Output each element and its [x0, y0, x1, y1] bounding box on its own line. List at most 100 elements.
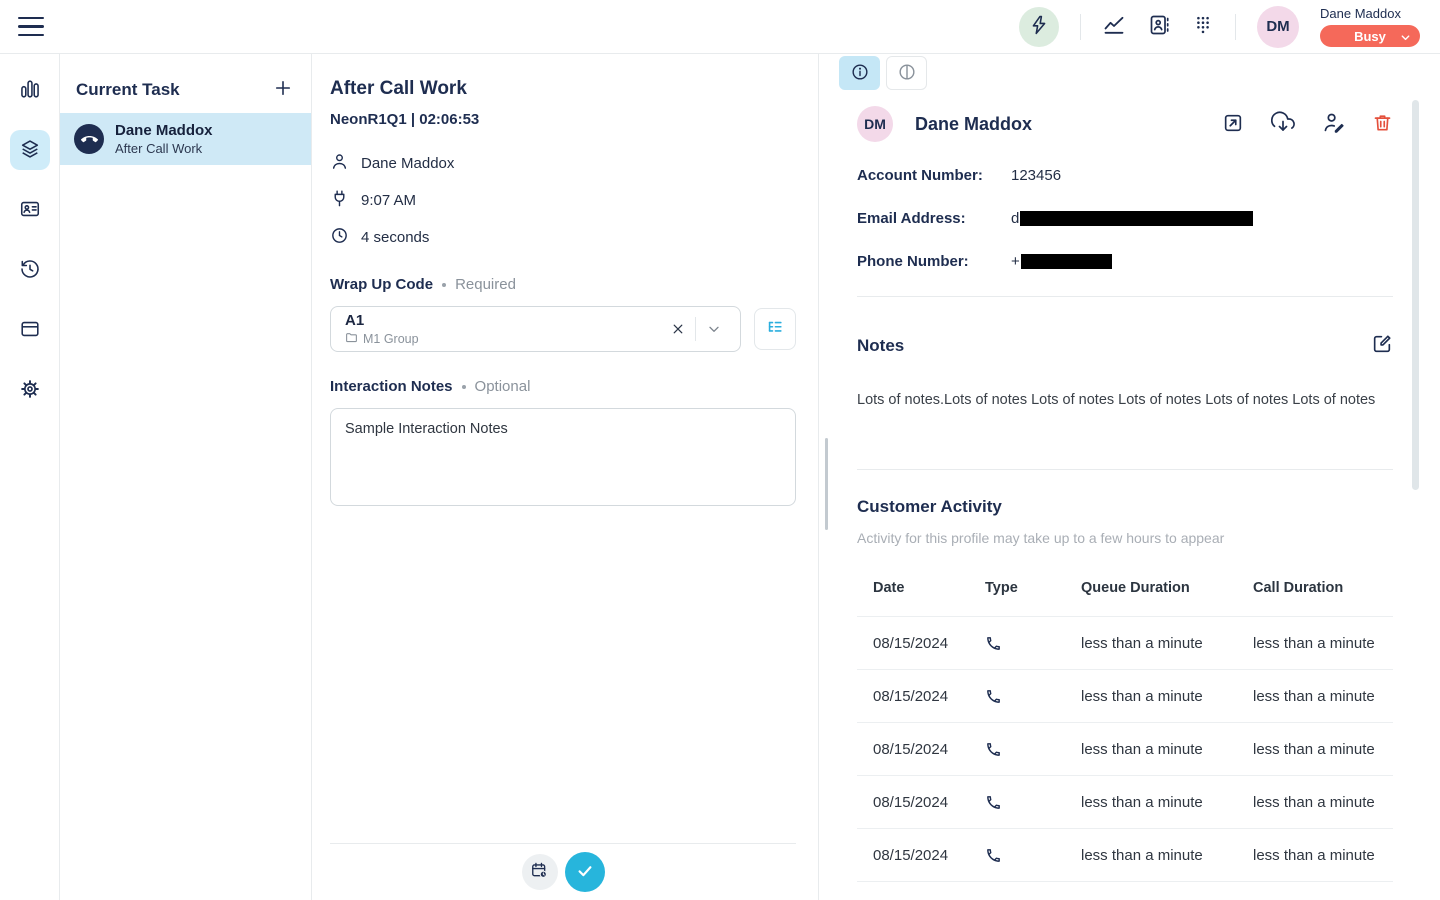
edit-contact-button[interactable]: [1322, 111, 1345, 137]
call-end-icon: [74, 124, 104, 154]
wrap-up-selection: A1 M1 Group: [345, 312, 663, 347]
contacts-button[interactable]: [1147, 13, 1171, 40]
main-area: Current Task Dane Maddox After Call Work: [0, 54, 1440, 900]
scrollbar-thumb[interactable]: [1412, 100, 1419, 490]
user-avatar[interactable]: DM: [1257, 6, 1299, 48]
sidebar-item-settings[interactable]: [10, 370, 50, 410]
email-label: Email Address:: [857, 210, 1011, 227]
phone-value: +: [1011, 253, 1112, 270]
wrap-up-value: A1: [345, 312, 663, 329]
wrap-up-label: Wrap Up Code: [330, 276, 433, 293]
current-task-panel: Current Task Dane Maddox After Call Work: [60, 54, 312, 900]
email-value: d: [1011, 210, 1253, 227]
clear-selection-button[interactable]: [663, 318, 693, 340]
call-duration: less than a minute: [1253, 741, 1393, 758]
contrast-icon: [897, 62, 917, 85]
activity-rows: 08/15/2024 less than a minute less than …: [857, 617, 1393, 882]
schedule-button[interactable]: [522, 854, 558, 890]
optional-hint: Optional: [475, 378, 531, 395]
tab-contact-info[interactable]: [839, 56, 880, 90]
sidebar-item-history[interactable]: [10, 250, 50, 290]
table-row: 08/15/2024 less than a minute less than …: [857, 617, 1393, 670]
plus-icon: [273, 78, 293, 101]
topbar-divider: [1080, 14, 1081, 40]
panel-splitter-handle[interactable]: [825, 438, 828, 530]
task-item-name: Dane Maddox: [115, 122, 213, 139]
dialpad-icon: [1192, 14, 1214, 39]
queue-duration: less than a minute: [1081, 794, 1253, 811]
download-button[interactable]: [1271, 111, 1295, 138]
sidebar-item-dashboard[interactable]: [10, 70, 50, 110]
person-edit-icon: [1322, 111, 1345, 137]
delete-contact-button[interactable]: [1372, 112, 1393, 136]
open-profile-button[interactable]: [1222, 112, 1244, 137]
calendar-clock-icon: [530, 861, 549, 883]
redaction-bar: [1021, 254, 1112, 269]
task-list-item[interactable]: Dane Maddox After Call Work: [60, 113, 311, 165]
column-header-queue-duration: Queue Duration: [1081, 580, 1253, 596]
call-type-icon: [985, 741, 1081, 758]
call-type-icon: [985, 847, 1081, 864]
status-dropdown[interactable]: Busy: [1320, 25, 1420, 47]
cloud-download-icon: [1271, 111, 1295, 138]
account-number-value: 123456: [1011, 167, 1061, 184]
required-hint: Required: [455, 276, 516, 293]
sidebar-item-contacts[interactable]: [10, 190, 50, 230]
contact-panel: DM Dane Maddox: [818, 54, 1440, 900]
dialpad-button[interactable]: [1192, 14, 1214, 39]
reports-button[interactable]: [1102, 13, 1126, 40]
open-dropdown-button[interactable]: [698, 317, 730, 341]
activity-table-header: Date Type Queue Duration Call Duration: [857, 574, 1393, 617]
browser-window-icon: [19, 318, 41, 343]
current-task-header: Current Task: [60, 54, 311, 113]
tree-list-icon: [765, 318, 785, 341]
contact-book-icon: [1147, 13, 1171, 40]
sidebar-rail: [0, 54, 60, 900]
interaction-notes-label: Interaction Notes: [330, 378, 453, 395]
contact-header: DM Dane Maddox: [857, 106, 1393, 142]
call-duration: less than a minute: [1253, 794, 1393, 811]
table-row: 08/15/2024 less than a minute less than …: [857, 776, 1393, 829]
call-duration: less than a minute: [1253, 688, 1393, 705]
section-divider: [857, 469, 1393, 470]
info-icon: [850, 62, 870, 85]
notes-title: Notes: [857, 336, 904, 356]
queue-name: NeonR1Q1: [330, 111, 407, 128]
duration: 4 seconds: [361, 229, 429, 246]
settings-gear-icon: [19, 378, 41, 403]
elapsed-timer: 02:06:53: [419, 111, 479, 128]
layers-icon: [19, 138, 41, 163]
menu-button[interactable]: [18, 17, 44, 37]
browse-codes-button[interactable]: [754, 308, 796, 350]
task-detail-panel: After Call Work NeonR1Q1 | 02:06:53 Dane…: [312, 54, 818, 900]
call-type-icon: [985, 635, 1081, 652]
start-time: 9:07 AM: [361, 192, 416, 209]
quick-actions-button[interactable]: [1019, 7, 1059, 47]
activity-date: 08/15/2024: [873, 847, 985, 864]
bullet-dot: [442, 283, 446, 287]
tab-insights[interactable]: [886, 56, 927, 90]
wrap-up-select[interactable]: A1 M1 Group: [330, 306, 741, 352]
activity-title: Customer Activity: [857, 497, 1393, 517]
hamburger-icon: [18, 17, 44, 19]
sidebar-item-tasks[interactable]: [10, 130, 50, 170]
column-header-type: Type: [985, 580, 1081, 596]
add-task-button[interactable]: [273, 78, 293, 101]
duration-row: 4 seconds: [330, 226, 796, 249]
complete-task-button[interactable]: [565, 852, 605, 892]
bullet-dot: [462, 385, 466, 389]
sidebar-item-browser[interactable]: [10, 310, 50, 350]
queue-duration: less than a minute: [1081, 635, 1253, 652]
contact-name-heading: Dane Maddox: [915, 114, 1032, 135]
activity-date: 08/15/2024: [873, 635, 985, 652]
table-row: 08/15/2024 less than a minute less than …: [857, 829, 1393, 882]
contact-card-icon: [19, 198, 41, 223]
activity-date: 08/15/2024: [873, 794, 985, 811]
edit-notes-button[interactable]: [1371, 333, 1393, 358]
select-divider: [695, 317, 696, 341]
activity-date: 08/15/2024: [873, 688, 985, 705]
line-chart-icon: [1102, 13, 1126, 40]
interaction-notes-input[interactable]: Sample Interaction Notes: [330, 408, 796, 506]
redaction-bar: [1020, 211, 1253, 226]
activity-subtitle: Activity for this profile may take up to…: [857, 530, 1393, 546]
